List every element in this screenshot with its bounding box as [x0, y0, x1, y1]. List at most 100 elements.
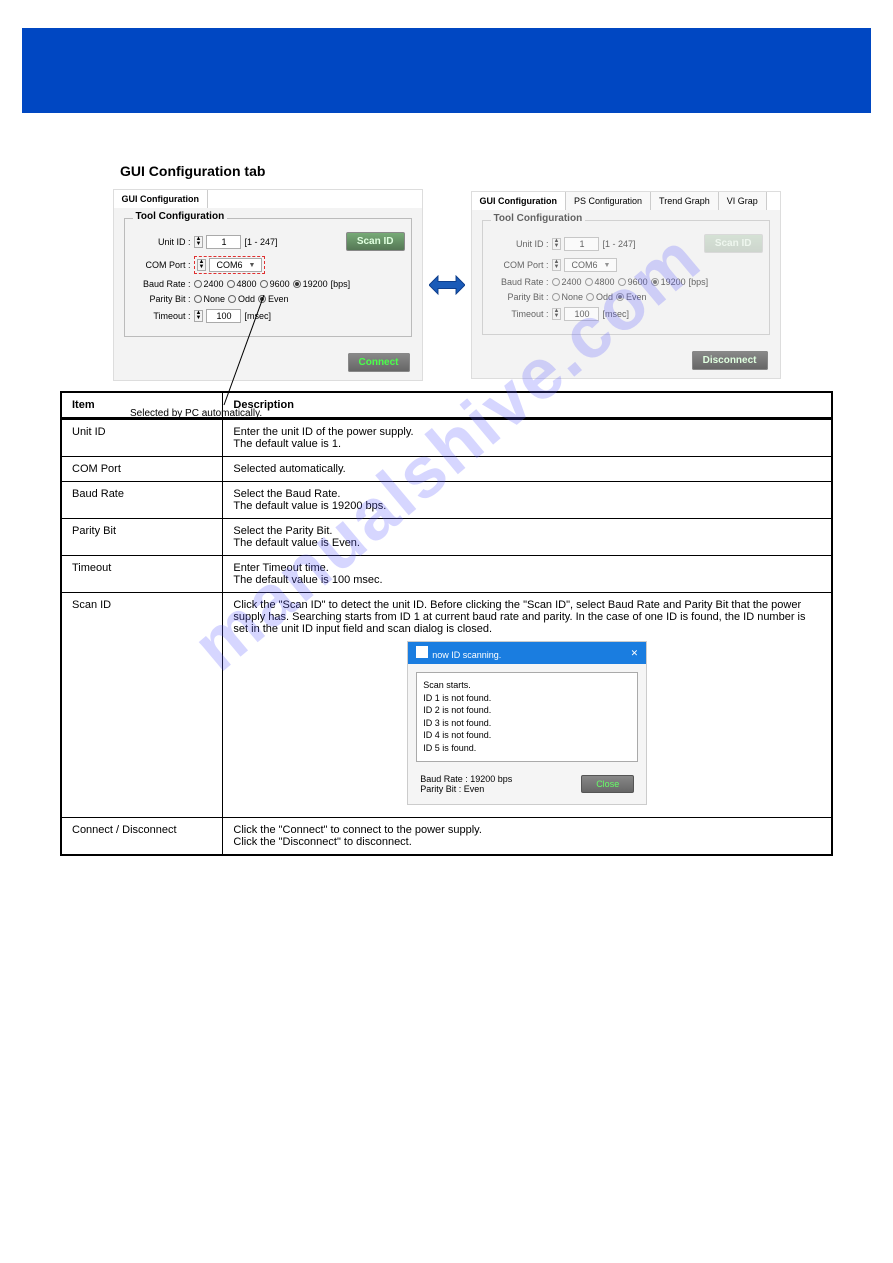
com-port-spinner: ▲▼ [552, 259, 562, 271]
app-icon [416, 646, 428, 658]
parity-none-radio: None [552, 292, 584, 302]
timeout-unit: [msec] [602, 309, 629, 319]
com-port-select[interactable]: COM6▼ [209, 258, 262, 272]
com-port-label: COM Port : [131, 260, 191, 270]
table-cell-item: Timeout [61, 556, 223, 593]
description-table: Item Description Unit IDEnter the unit I… [60, 391, 833, 856]
parity-odd-radio: Odd [586, 292, 613, 302]
table-cell-item: Parity Bit [61, 519, 223, 556]
header-bar [22, 28, 871, 113]
scan-parity-label: Parity Bit : [420, 784, 461, 794]
baud-option-label: 4800 [595, 277, 615, 287]
baud-9600-radio: 9600 [618, 277, 648, 287]
table-cell-desc: Enter the unit ID of the power supply. T… [223, 419, 832, 457]
unit-id-spinner[interactable]: ▲▼ [194, 236, 204, 248]
parity-option-label: None [562, 292, 584, 302]
table-cell-item: Baud Rate [61, 482, 223, 519]
table-cell-desc: Click the "Connect" to connect to the po… [223, 817, 832, 855]
scan-dialog-titlebar: now ID scanning.✕ [408, 642, 646, 664]
group-title: Tool Configuration [133, 211, 228, 222]
com-port-value: COM6 [216, 260, 242, 270]
parity-option-label: None [204, 294, 226, 304]
parity-label: Parity Bit : [131, 294, 191, 304]
double-arrow-icon [427, 270, 467, 300]
parity-option-label: Even [268, 294, 289, 304]
parity-option-label: Even [626, 292, 647, 302]
scan-dialog: now ID scanning.✕ Scan starts.ID 1 is not… [407, 641, 647, 805]
parity-even-radio: Even [616, 292, 647, 302]
scan-log-box: Scan starts.ID 1 is not found.ID 2 is no… [416, 672, 638, 762]
baud-option-label: 4800 [237, 279, 257, 289]
baud-unit: [bps] [689, 277, 709, 287]
scan-baud-value: 19200 [470, 774, 495, 784]
tab-ps-configuration[interactable]: PS Configuration [566, 192, 651, 210]
left-panel: GUI Configuration Tool Configuration Uni… [113, 189, 423, 381]
table-row: Parity BitSelect the Parity Bit. The def… [61, 519, 832, 556]
scan-id-button: Scan ID [704, 234, 763, 253]
parity-label: Parity Bit : [489, 292, 549, 302]
baud-label: Baud Rate : [131, 279, 191, 289]
baud-label: Baud Rate : [489, 277, 549, 287]
annotation-com-port: Selected by PC automatically. [130, 408, 262, 419]
parity-odd-radio[interactable]: Odd [228, 294, 255, 304]
timeout-unit: [msec] [244, 311, 271, 321]
baud-option-label: 9600 [270, 279, 290, 289]
tab-gui-configuration[interactable]: GUI Configuration [472, 192, 567, 210]
com-port-highlight: ▲▼ COM6▼ [194, 256, 266, 274]
baud-option-label: 2400 [204, 279, 224, 289]
right-panel: GUI Configuration PS Configuration Trend… [471, 191, 781, 379]
baud-4800-radio: 4800 [585, 277, 615, 287]
baud-2400-radio: 2400 [552, 277, 582, 287]
table-cell-desc: Select the Baud Rate. The default value … [223, 482, 832, 519]
timeout-field: 100 [564, 307, 599, 321]
timeout-spinner[interactable]: ▲▼ [194, 310, 204, 322]
tab-gui-configuration[interactable]: GUI Configuration [114, 190, 209, 208]
timeout-field[interactable]: 100 [206, 309, 241, 323]
baud-9600-radio[interactable]: 9600 [260, 279, 290, 289]
tab-trend-graph[interactable]: Trend Graph [651, 192, 719, 210]
unit-id-range: [1 - 247] [244, 237, 277, 247]
table-cell-desc: Click the "Scan ID" to detect the unit I… [223, 593, 832, 818]
table-row: TimeoutEnter Timeout time. The default v… [61, 556, 832, 593]
parity-option-label: Odd [596, 292, 613, 302]
parity-even-radio[interactable]: Even [258, 294, 289, 304]
close-icon[interactable]: ✕ [631, 648, 639, 659]
table-row: COM PortSelected automatically. [61, 457, 832, 482]
close-button[interactable]: Close [581, 775, 634, 793]
timeout-label: Timeout : [489, 309, 549, 319]
table-cell-item: Connect / Disconnect [61, 817, 223, 855]
com-port-value: COM6 [571, 260, 597, 270]
unit-id-spinner: ▲▼ [552, 238, 562, 250]
unit-id-label: Unit ID : [131, 237, 191, 247]
table-cell-item: Unit ID [61, 419, 223, 457]
table-header-desc: Description [223, 392, 832, 419]
unit-id-field[interactable]: 1 [206, 235, 241, 249]
disconnect-button[interactable]: Disconnect [692, 351, 768, 370]
table-row: Baud RateSelect the Baud Rate. The defau… [61, 482, 832, 519]
connect-button[interactable]: Connect [348, 353, 410, 372]
group-title: Tool Configuration [491, 213, 586, 224]
parity-none-radio[interactable]: None [194, 294, 226, 304]
scan-id-button[interactable]: Scan ID [346, 232, 405, 251]
table-row: Connect / DisconnectClick the "Connect" … [61, 817, 832, 855]
baud-unit: [bps] [331, 279, 351, 289]
section-heading: GUI Configuration tab [120, 163, 833, 179]
table-cell-desc: Enter Timeout time. The default value is… [223, 556, 832, 593]
com-port-spinner[interactable]: ▲▼ [197, 259, 207, 271]
table-cell-item: COM Port [61, 457, 223, 482]
table-cell-desc: Select the Parity Bit. The default value… [223, 519, 832, 556]
com-port-label: COM Port : [489, 260, 549, 270]
baud-4800-radio[interactable]: 4800 [227, 279, 257, 289]
table-cell-desc: Selected automatically. [223, 457, 832, 482]
chevron-down-icon: ▼ [603, 262, 610, 269]
baud-option-label: 9600 [628, 277, 648, 287]
timeout-label: Timeout : [131, 311, 191, 321]
baud-19200-radio: 19200 [651, 277, 686, 287]
baud-option-label: 2400 [562, 277, 582, 287]
baud-2400-radio[interactable]: 2400 [194, 279, 224, 289]
scan-baud-unit: bps [498, 774, 513, 784]
panels-container: GUI Configuration Tool Configuration Uni… [60, 189, 833, 381]
scan-baud-label: Baud Rate : [420, 774, 468, 784]
baud-19200-radio[interactable]: 19200 [293, 279, 328, 289]
tab-vi-graph[interactable]: VI Grap [719, 192, 767, 210]
